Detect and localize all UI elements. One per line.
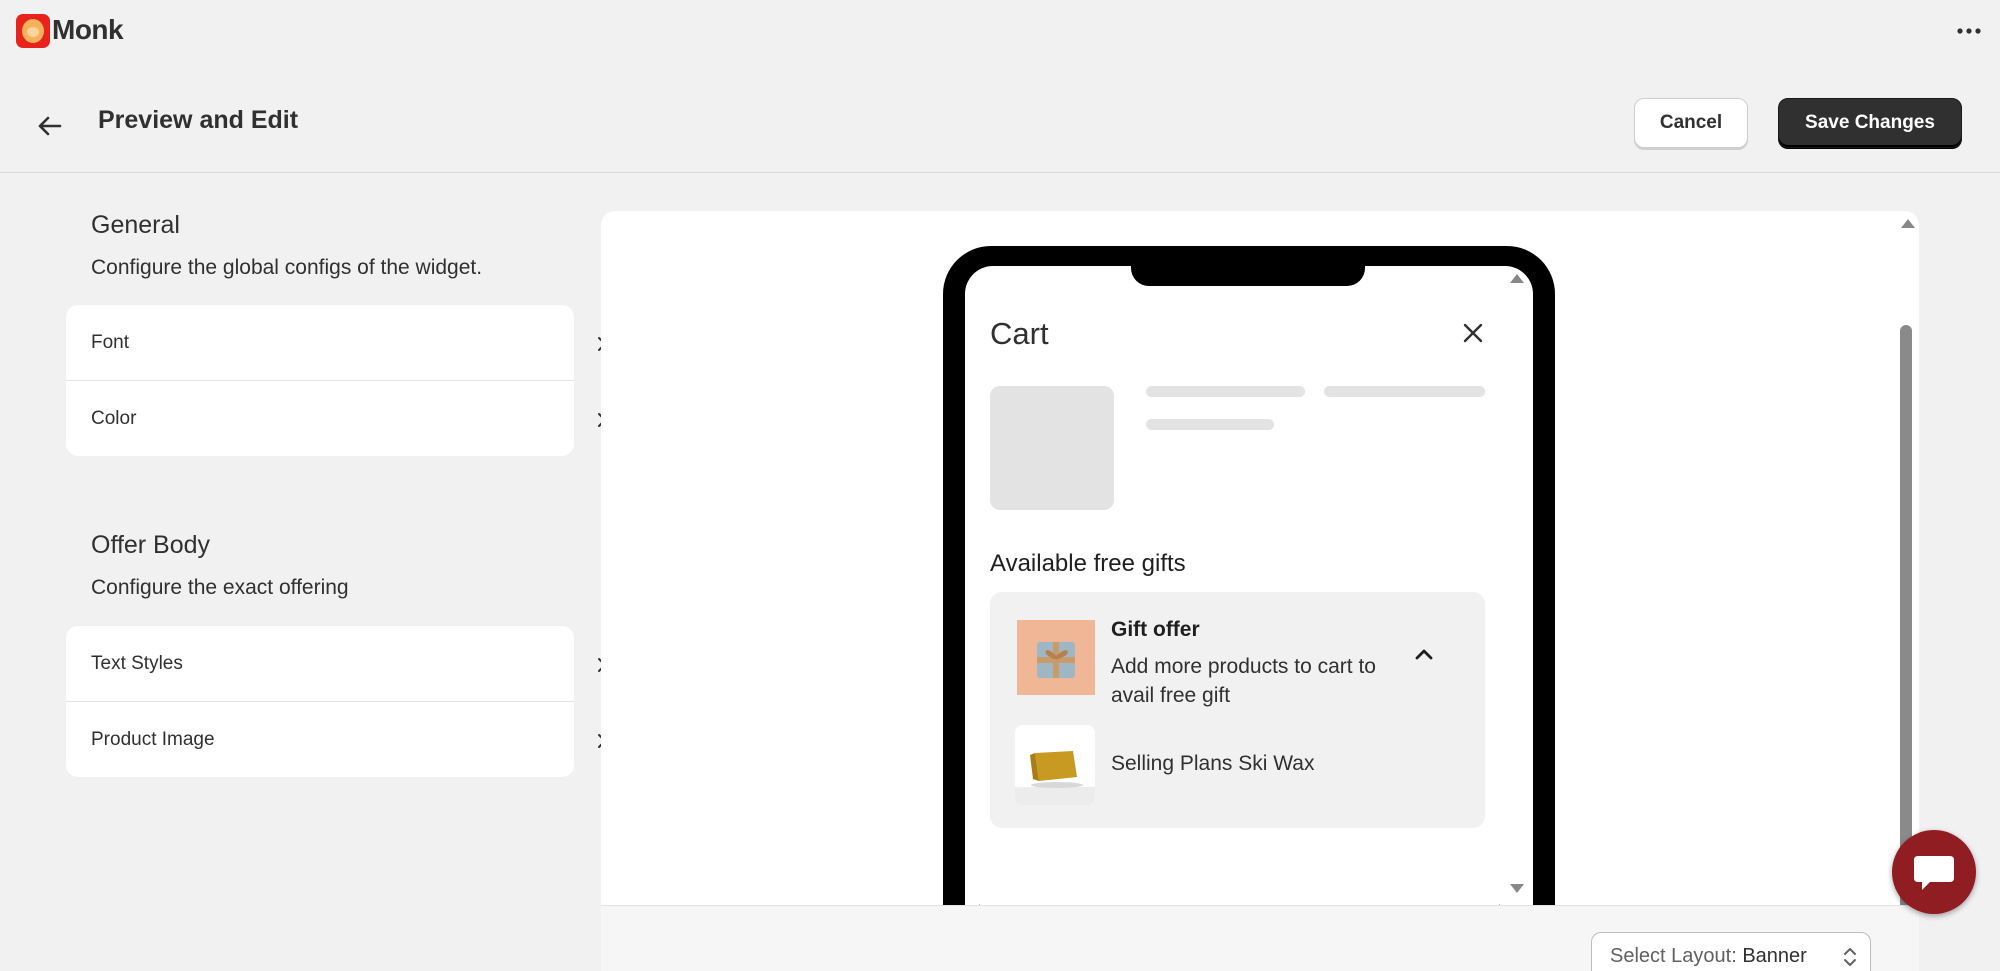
settings-item-label: Color <box>91 408 137 429</box>
select-layout-label: Select Layout: <box>1610 945 1737 967</box>
settings-item-text-styles[interactable]: Text Styles <box>66 626 606 702</box>
phone-mockup: Cart Available free gifts Gift offer Add <box>943 246 1555 946</box>
scroll-down-arrow-icon[interactable] <box>1510 884 1524 893</box>
cart-title: Cart <box>990 316 1049 351</box>
general-section-title: General <box>91 211 180 239</box>
widget-preview-panel: Cart Available free gifts Gift offer Add <box>601 211 1919 971</box>
phone-screen: Cart Available free gifts Gift offer Add <box>965 266 1533 946</box>
save-changes-button[interactable]: Save Changes <box>1778 98 1962 148</box>
gift-offer-description: Add more products to cart to avail free … <box>1111 655 1376 707</box>
settings-item-color[interactable]: Color <box>66 381 606 456</box>
more-horizontal-icon[interactable] <box>1952 14 1986 48</box>
settings-item-label: Product Image <box>91 729 215 750</box>
cart-item-image-placeholder <box>990 386 1114 510</box>
skeleton-line <box>1146 419 1274 430</box>
cancel-button[interactable]: Cancel <box>1634 98 1748 148</box>
app-name: Monk <box>52 14 124 45</box>
chevron-up-icon[interactable] <box>1412 642 1436 666</box>
gift-offer-title: Gift offer <box>1111 618 1200 641</box>
available-gifts-title: Available free gifts <box>990 550 1186 577</box>
gift-product-name: Selling Plans Ski Wax <box>1111 752 1315 775</box>
settings-item-font[interactable]: Font <box>66 305 606 381</box>
preview-footer: Select Layout: Banner <box>601 905 1919 971</box>
phone-notch <box>1131 266 1365 286</box>
page-header: Preview and Edit Cancel Save Changes <box>0 66 2000 173</box>
close-icon[interactable] <box>1460 320 1486 346</box>
arrow-left-icon <box>38 116 62 136</box>
settings-item-product-image[interactable]: Product Image <box>66 702 606 777</box>
offer-body-section-description: Configure the exact offering <box>91 576 349 599</box>
general-settings-card: Font Color <box>66 305 606 456</box>
settings-item-label: Text Styles <box>91 653 183 674</box>
gift-offer-card: Gift offer Add more products to cart to … <box>990 592 1485 828</box>
offer-body-section-title: Offer Body <box>91 531 211 559</box>
gift-image <box>1017 620 1095 695</box>
general-section-description: Configure the global configs of the widg… <box>91 256 483 279</box>
product-image <box>1015 725 1095 805</box>
select-chevron-icon <box>1844 948 1856 966</box>
scroll-up-arrow-icon[interactable] <box>1510 274 1524 283</box>
select-layout-value: Banner <box>1742 945 1807 967</box>
back-button[interactable] <box>30 106 70 146</box>
monk-logo-icon <box>16 14 50 48</box>
scroll-up-arrow-icon[interactable] <box>1901 219 1915 228</box>
top-bar: Monk <box>0 0 2000 66</box>
skeleton-line <box>1324 386 1485 397</box>
chat-bubble-icon <box>1914 856 1954 890</box>
settings-item-label: Font <box>91 332 130 353</box>
page-title: Preview and Edit <box>98 106 299 134</box>
offer-body-settings-card: Text Styles Product Image <box>66 626 606 777</box>
select-layout-dropdown[interactable]: Select Layout: Banner <box>1591 932 1871 971</box>
skeleton-line <box>1146 386 1305 397</box>
chat-button[interactable] <box>1892 830 1976 914</box>
